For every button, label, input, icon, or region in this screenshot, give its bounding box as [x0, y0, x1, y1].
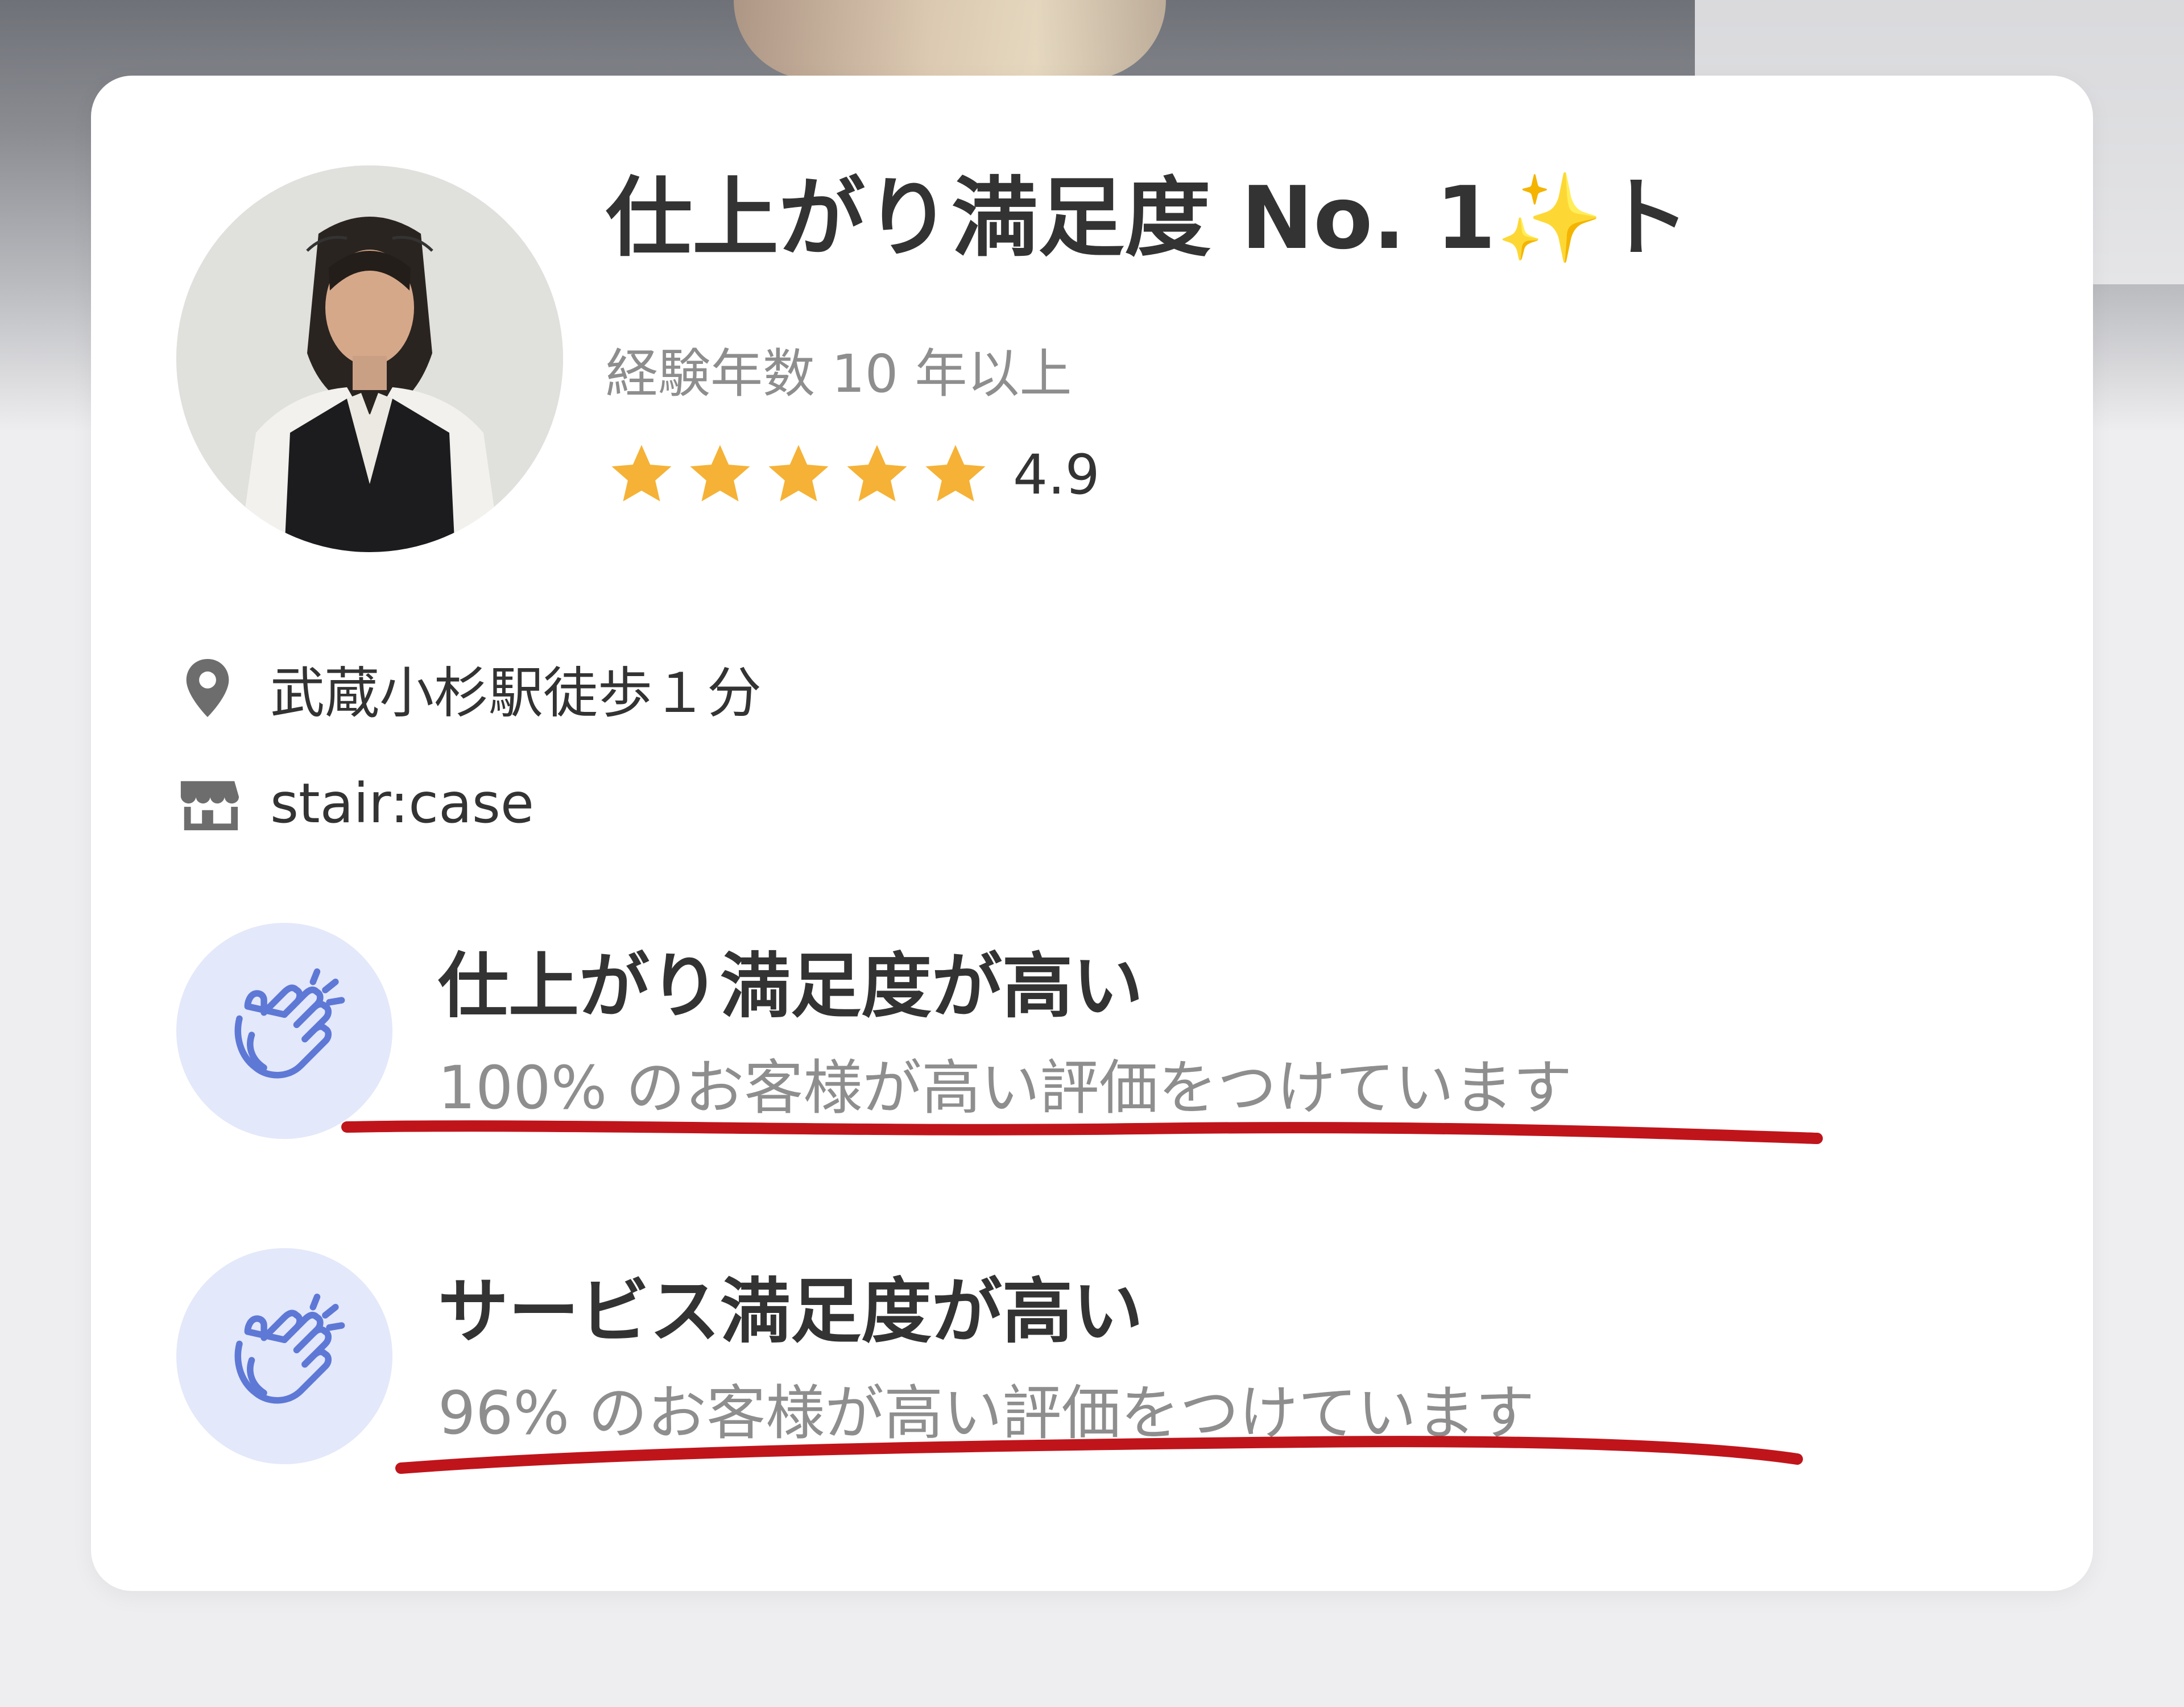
stylist-headline: 仕上がり満足度 No. 1✨ト	[606, 168, 1690, 268]
feature-finish-satisfaction[interactable]: 仕上がり満足度が高い 100% のお客様が高い評価をつけています	[176, 923, 1996, 1145]
rating: 4.9	[606, 435, 1100, 515]
storefront-icon	[176, 772, 239, 835]
salon-row[interactable]: stair:case	[176, 767, 534, 840]
star-icon	[768, 445, 829, 502]
rating-stars	[606, 439, 998, 511]
feature-service-satisfaction[interactable]: サービス満足度が高い 96% のお客様が高い評価をつけています	[176, 1248, 1996, 1470]
avatar-portrait	[176, 165, 563, 552]
salon-name: stair:case	[270, 772, 534, 835]
clapping-hands-icon	[234, 1294, 345, 1404]
feature-icon-badge	[176, 923, 392, 1139]
clapping-hands-icon	[234, 968, 345, 1079]
stylist-card[interactable]: 仕上がり満足度 No. 1✨ト 経験年数 10 年以上 4.9 武蔵小杉駅徒歩１…	[91, 76, 2093, 1591]
stylist-avatar[interactable]	[176, 165, 563, 552]
location-row[interactable]: 武蔵小杉駅徒歩１分	[176, 651, 762, 725]
feature-description: 100% のお客様が高い評価をつけています	[438, 1053, 1573, 1122]
star-icon	[690, 445, 750, 502]
feature-title: 仕上がり満足度が高い	[438, 946, 1144, 1027]
stylist-experience: 経験年数 10 年以上	[606, 343, 1072, 404]
rating-value: 4.9	[1013, 443, 1100, 507]
map-pin-icon	[176, 657, 239, 719]
feature-icon-badge	[176, 1248, 392, 1464]
feature-title: サービス満足度が高い	[438, 1271, 1144, 1353]
location-text: 武蔵小杉駅徒歩１分	[270, 661, 762, 725]
star-icon	[925, 445, 986, 502]
background-photo-subject	[734, 0, 1166, 80]
star-icon	[611, 445, 672, 502]
feature-description: 96% のお客様が高い評価をつけています	[438, 1378, 1535, 1448]
star-icon	[847, 445, 907, 502]
